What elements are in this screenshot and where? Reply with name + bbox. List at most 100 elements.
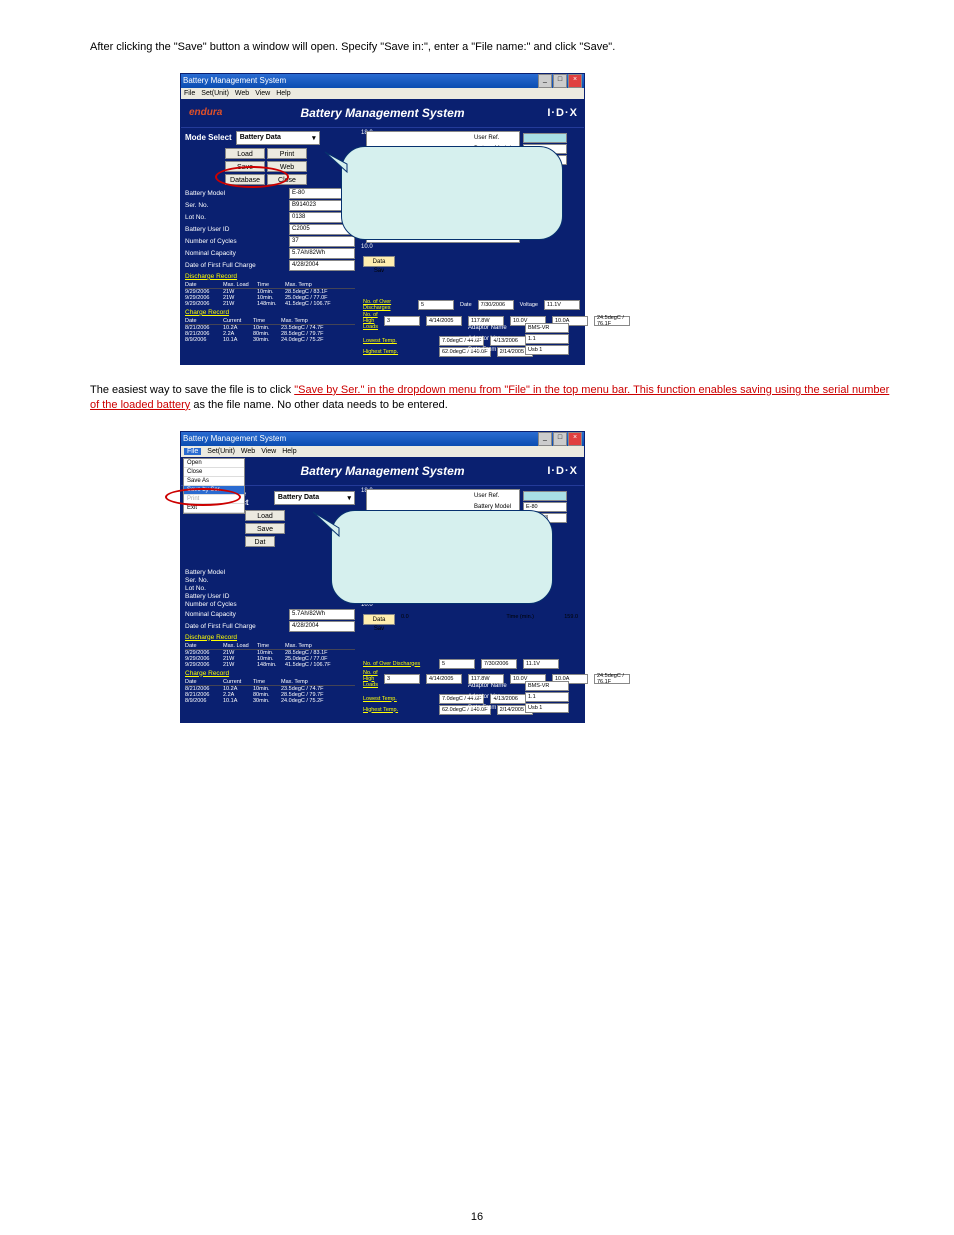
logo-endura: endura <box>189 107 222 118</box>
label-ser-no: Ser. No. <box>185 202 208 209</box>
field-over-volt: 11.1V <box>544 300 580 310</box>
menu-web-2[interactable]: Web <box>241 448 255 455</box>
banner: endura Battery Management System I·D·X <box>181 99 584 128</box>
menu-file[interactable]: File <box>184 90 195 97</box>
field-over-volt-2: 11.1V <box>523 659 559 669</box>
label-capacity-2: Nominal Capacity <box>185 611 236 618</box>
table-row: 9/29/200621W148min.41.5degC / 106.7F <box>185 662 355 668</box>
menu-help[interactable]: Help <box>276 90 290 97</box>
minimize-button[interactable]: _ <box>538 74 552 88</box>
mode-select-combo[interactable]: Battery Data ▾ <box>236 131 320 145</box>
label-battery-user-id: Battery User ID <box>185 226 229 233</box>
mode-select-label: Mode Select <box>185 133 232 142</box>
data-save-button[interactable]: Data Sav <box>363 256 395 267</box>
field-capacity-2: 5.7Ah/82Wh <box>289 609 355 620</box>
field-adaptor-ver-2: 1.1 <box>525 692 569 702</box>
banner-title-2: Battery Management System <box>300 464 464 478</box>
field-first-full: 4/28/2004 <box>289 260 355 271</box>
field-over-date-2: 7/30/2006 <box>481 659 517 669</box>
label-high-loads: No. of High Loads <box>363 312 378 330</box>
label-highest-temp-2: Highest Temp. <box>363 707 433 713</box>
menu-close-item[interactable]: Close <box>184 468 244 477</box>
callout-bubble-2 <box>331 510 553 604</box>
print-button[interactable]: Print <box>267 148 307 159</box>
chevron-down-icon: ▾ <box>312 134 316 142</box>
adaptor-block-2: Adaptor NameBMS-VR Adaptor Ver.1.1 Data … <box>468 680 578 714</box>
load-button[interactable]: Load <box>225 148 265 159</box>
mode-select-combo-2[interactable]: Battery Data ▾ <box>274 491 355 505</box>
menu-bar-2[interactable]: File Set(Unit) Web View Help <box>181 446 584 457</box>
menu-help-2[interactable]: Help <box>282 448 296 455</box>
label-lowest-temp: Lowest Temp. <box>363 338 433 344</box>
label-user-ref-2: User Ref. <box>474 493 520 499</box>
callout-tail-icon-2 <box>311 508 355 538</box>
para-save-window: After clicking the "Save" button a windo… <box>90 40 894 55</box>
chart-x0: 0.0 <box>401 614 409 620</box>
minimize-button-2[interactable]: _ <box>538 432 552 446</box>
discharge-table-2: Date Max. Load Time Max. Temp 9/29/20062… <box>185 643 355 668</box>
label-data-from-2: Data From <box>468 705 522 711</box>
label-battery-user-id-2: Battery User ID <box>185 593 229 600</box>
label-over-discharges: No. of Over Discharges <box>363 299 412 311</box>
menu-view-2[interactable]: View <box>261 448 276 455</box>
menu-web[interactable]: Web <box>235 90 249 97</box>
menu-setunit[interactable]: Set(Unit) <box>201 90 229 97</box>
field-data-from-2: Usb 1 <box>525 703 569 713</box>
label-lot-no-2: Lot No. <box>185 585 206 592</box>
maximize-button[interactable]: □ <box>553 74 567 88</box>
field-first-full-2: 4/28/2004 <box>289 621 355 632</box>
logo-idx-2: I·D·X <box>547 465 578 477</box>
screenshot-save-button: Battery Management System _ □ × File Set… <box>180 73 585 365</box>
field-user-ref-2[interactable] <box>523 491 567 501</box>
para-save-by-ser: The easiest way to save the file is to c… <box>90 383 894 413</box>
chart-y-bottom: 10.0 <box>361 244 373 250</box>
label-battery-model: Battery Model <box>185 190 225 197</box>
mode-select-value-2: Battery Data <box>278 494 319 501</box>
label-battery-model-2: Battery Model <box>185 569 225 576</box>
chart-xlabel: Time (min.) <box>506 614 534 620</box>
field-adaptor-ver: 1.1 <box>525 334 569 344</box>
adaptor-block: Adaptor NameBMS-VR Adaptor Ver.1.1 Data … <box>468 322 578 356</box>
label-cycles: Number of Cycles <box>185 238 237 245</box>
chevron-down-icon-2: ▾ <box>347 494 351 502</box>
label-first-full: Date of First Full Charge <box>185 262 256 269</box>
maximize-button-2[interactable]: □ <box>553 432 567 446</box>
discharge-record-heading-2: Discharge Record <box>185 634 355 641</box>
table-row: 8/9/200610.1A30min.24.0degC / 75.2F <box>185 337 355 343</box>
banner-title: Battery Management System <box>300 106 464 120</box>
load-button-2[interactable]: Load <box>245 510 285 521</box>
field-user-ref[interactable] <box>523 133 567 143</box>
screenshot-save-by-ser: Battery Management System _ □ × File Set… <box>180 431 585 723</box>
field-capacity: 5.7Ah/82Wh <box>289 248 355 259</box>
charge-table-2: Date Current Time Max. Temp 8/21/200610.… <box>185 679 355 704</box>
text-post: as the file name. No other data needs to… <box>190 399 447 411</box>
menu-save-as[interactable]: Save As <box>184 477 244 486</box>
window-title: Battery Management System <box>183 76 286 85</box>
label-data-from: Data From <box>468 347 522 353</box>
label-lowest-temp-2: Lowest Temp. <box>363 696 433 702</box>
text-pre: The easiest way to save the file is to c… <box>90 384 294 396</box>
menu-bar[interactable]: File Set(Unit) Web View Help <box>181 88 584 99</box>
menu-setunit-2[interactable]: Set(Unit) <box>207 448 235 455</box>
close-button[interactable]: × <box>568 74 582 88</box>
field-over-discharges-2: 5 <box>439 659 475 669</box>
field-adaptor-name: BMS-VR <box>525 323 569 333</box>
label-adaptor-ver: Adaptor Ver. <box>468 336 522 342</box>
database-button-2[interactable]: Dat <box>245 536 275 547</box>
save-button-2[interactable]: Save <box>245 523 285 534</box>
field-hl-temp: 24.5degC / 76.1F <box>594 316 630 326</box>
close-button-2[interactable]: × <box>568 432 582 446</box>
label-over-discharges-2: No. of Over Discharges <box>363 661 433 667</box>
label-lot-no: Lot No. <box>185 214 206 221</box>
label-over-volt: Voltage <box>520 302 538 308</box>
charge-record-heading-2: Charge Record <box>185 670 355 677</box>
menu-view[interactable]: View <box>255 90 270 97</box>
field-hl-date-2: 4/14/2005 <box>426 674 462 684</box>
field-hl-temp-2: 24.5degC / 76.1F <box>594 674 630 684</box>
data-save-button-2[interactable]: Data Sav <box>363 614 395 625</box>
window-titlebar: Battery Management System _ □ × <box>181 74 584 88</box>
field-hl-date: 4/14/2005 <box>426 316 462 326</box>
menu-file-2[interactable]: File <box>184 448 201 455</box>
menu-open[interactable]: Open <box>184 459 244 468</box>
logo-idx: I·D·X <box>547 107 578 119</box>
